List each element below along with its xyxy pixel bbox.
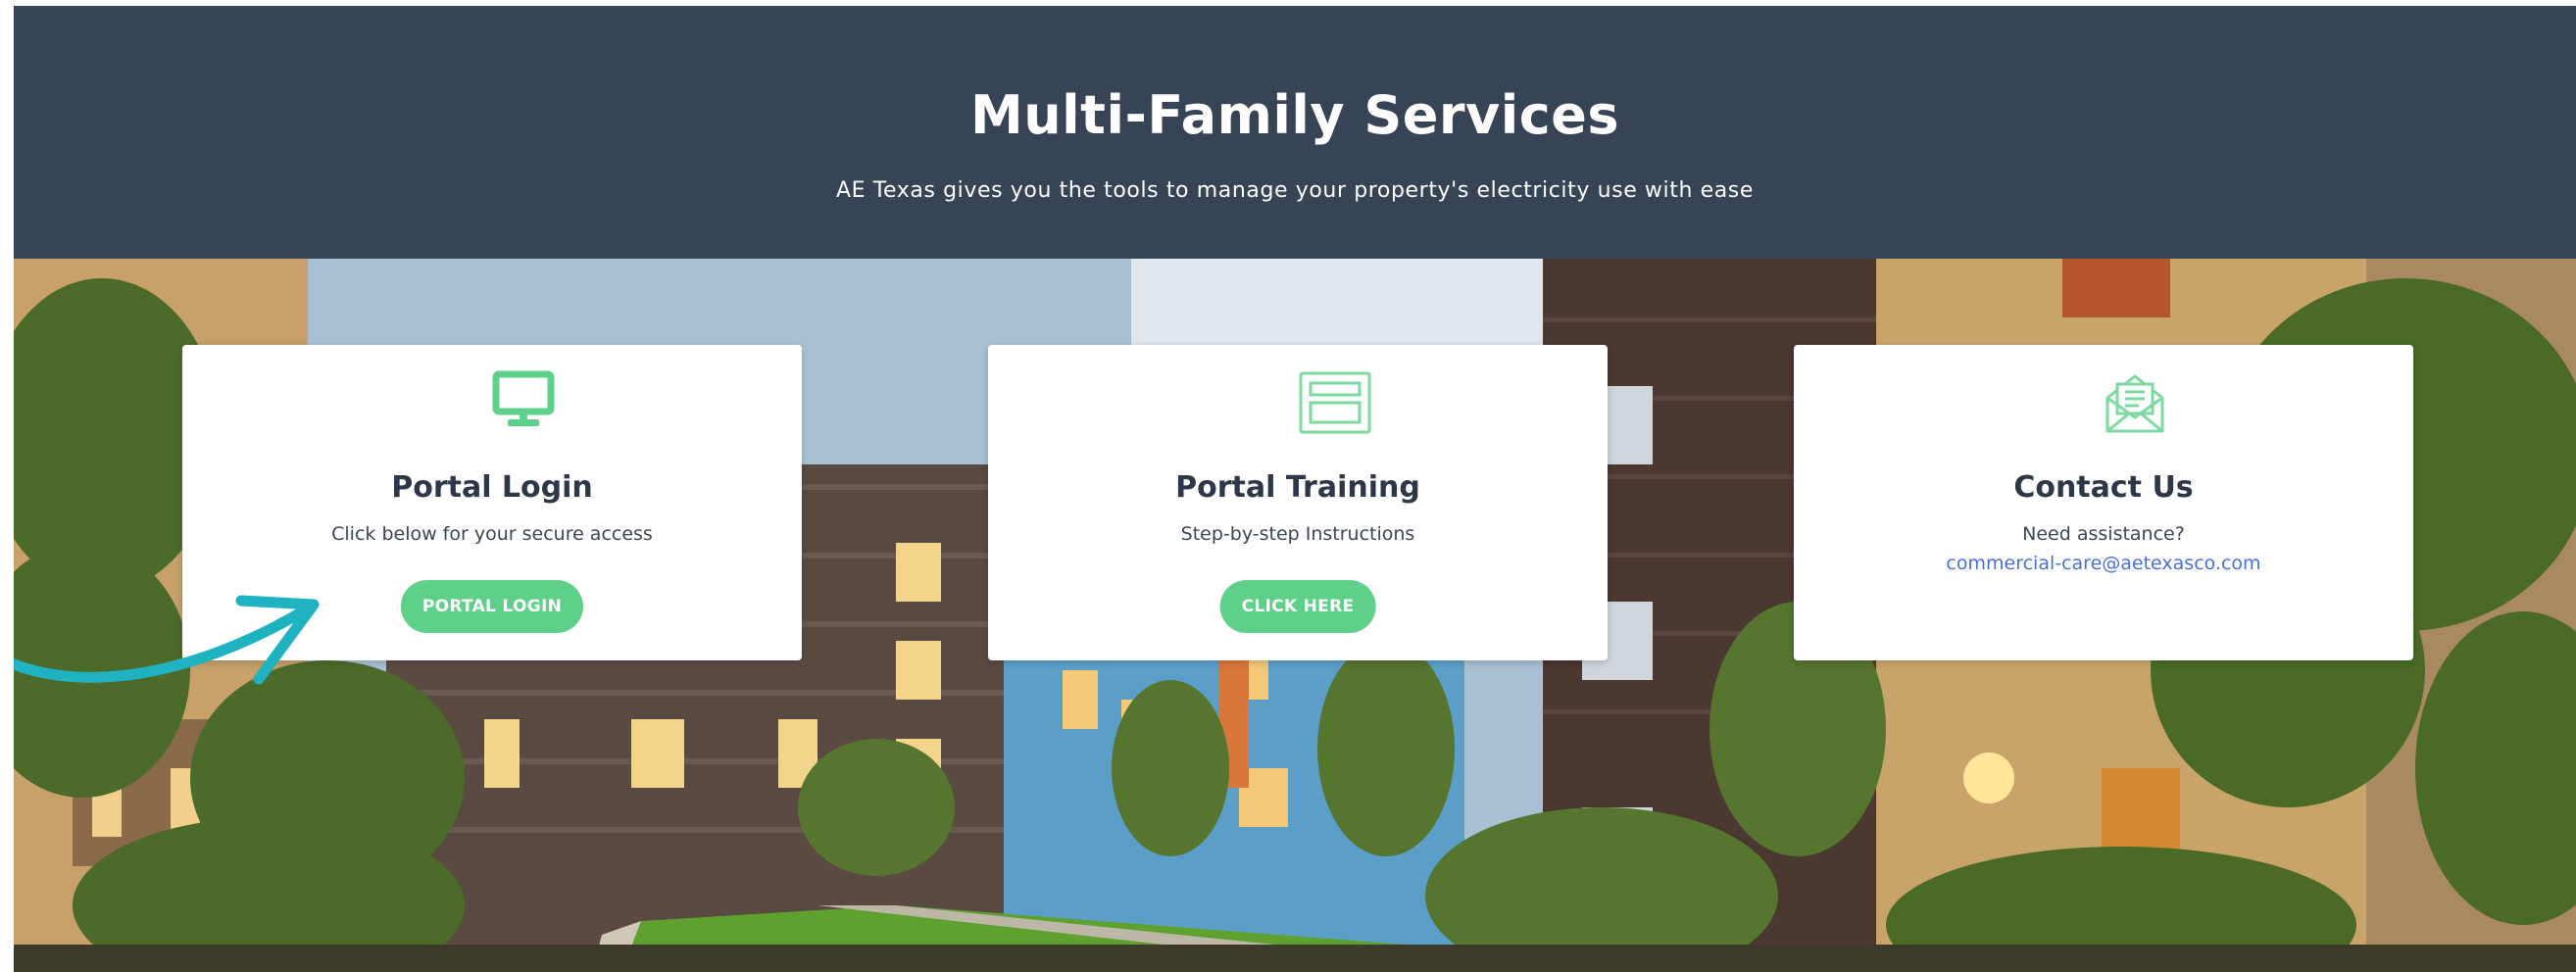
card-title: Portal Login bbox=[391, 470, 593, 505]
page-subtitle: AE Texas gives you the tools to manage y… bbox=[835, 178, 1755, 203]
card-title: Contact Us bbox=[2013, 470, 2194, 505]
contact-us-card: Contact Us Need assistance? commercial-c… bbox=[1794, 345, 2413, 660]
page: Multi-Family Services AE Texas gives you… bbox=[14, 6, 2576, 972]
card-description: Click below for your secure access bbox=[331, 523, 653, 545]
card-title: Portal Training bbox=[1175, 470, 1420, 505]
card-description: Need assistance? bbox=[2022, 523, 2185, 545]
portal-training-card: Portal Training Step-by-step Instruction… bbox=[988, 345, 1608, 660]
page-title: Multi-Family Services bbox=[969, 84, 1619, 146]
portal-login-button[interactable]: PORTAL LOGIN bbox=[400, 580, 584, 633]
click-here-button[interactable]: CLICK HERE bbox=[1219, 580, 1376, 633]
card-description: Step-by-step Instructions bbox=[1180, 523, 1415, 545]
apartment-background-photo: Portal Login Click below for your secure… bbox=[14, 259, 2576, 972]
hero-header: Multi-Family Services AE Texas gives you… bbox=[14, 6, 2576, 259]
contact-email-link[interactable]: commercial-care@aetexasco.com bbox=[1794, 553, 2413, 574]
